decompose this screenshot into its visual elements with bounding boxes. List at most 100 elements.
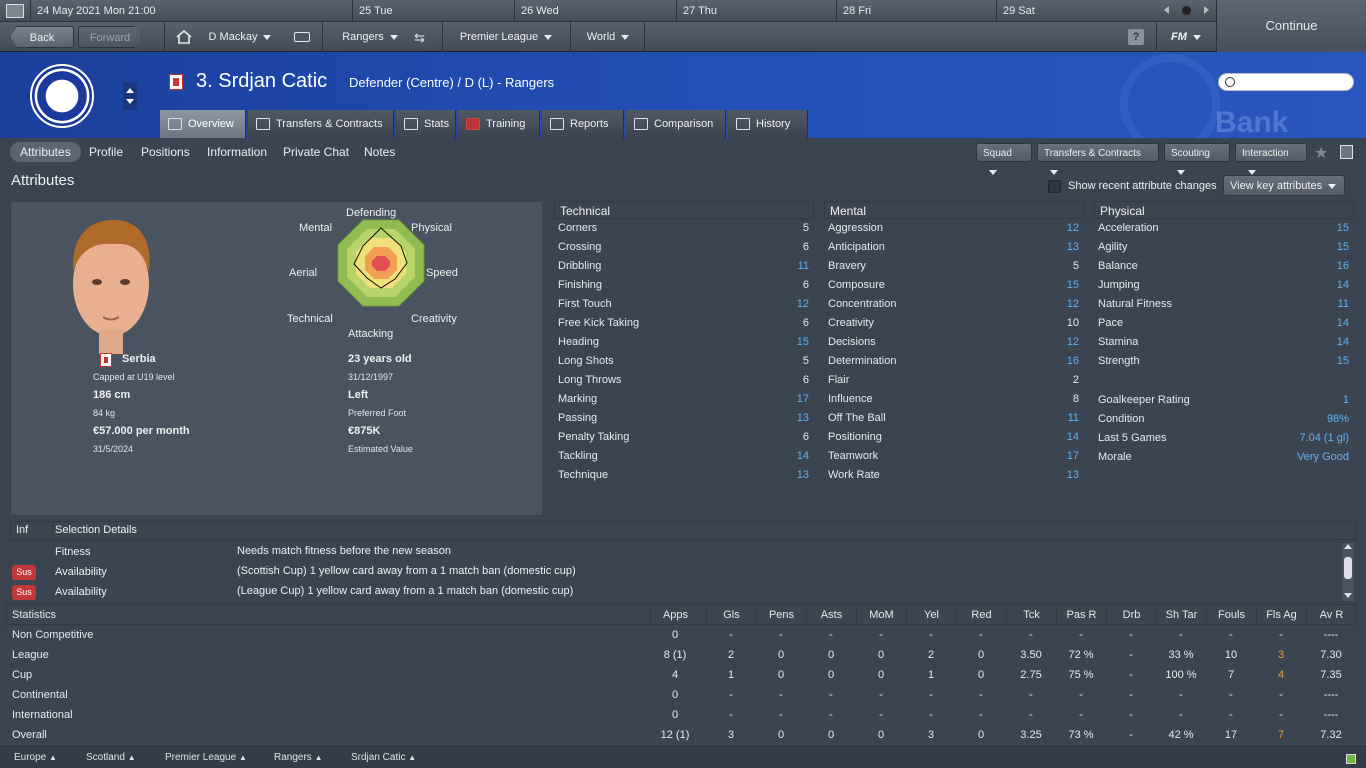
- attribute-row[interactable]: Teamwork 17: [824, 447, 1084, 466]
- forward-button[interactable]: Forward: [78, 26, 142, 48]
- breadcrumb-rangers[interactable]: Rangers ▲: [274, 747, 323, 768]
- attribute-row[interactable]: Crossing 6: [554, 238, 814, 257]
- attribute-row[interactable]: Heading 15: [554, 333, 814, 352]
- add-note-icon[interactable]: [1340, 145, 1353, 159]
- column-header[interactable]: Av R: [1306, 605, 1356, 625]
- view-key-attributes-dropdown[interactable]: View key attributes: [1223, 175, 1345, 196]
- club-crest[interactable]: [30, 64, 94, 128]
- attribute-row[interactable]: Morale Very Good: [1094, 448, 1354, 467]
- star-icon[interactable]: ★: [1314, 143, 1328, 163]
- attribute-row[interactable]: Tackling 14: [554, 447, 814, 466]
- attribute-row[interactable]: Natural Fitness 11: [1094, 295, 1354, 314]
- subtab-private-chat[interactable]: Private Chat: [283, 142, 349, 162]
- date-day-2[interactable]: 26 Wed: [514, 0, 676, 22]
- back-button[interactable]: Back: [10, 26, 74, 48]
- attribute-row[interactable]: Composure 15: [824, 276, 1084, 295]
- attribute-row[interactable]: Condition 98%: [1094, 410, 1354, 429]
- attribute-row[interactable]: Decisions 12: [824, 333, 1084, 352]
- interaction-dropdown[interactable]: Interaction: [1235, 143, 1307, 175]
- column-header[interactable]: Fls Ag: [1256, 605, 1306, 625]
- tab-reports[interactable]: Reports: [542, 110, 624, 138]
- breadcrumb-europe[interactable]: Europe ▲: [14, 747, 57, 768]
- column-header[interactable]: Red: [956, 605, 1006, 625]
- attribute-row[interactable]: Long Throws 6: [554, 371, 814, 390]
- date-day-3[interactable]: 27 Thu: [676, 0, 836, 22]
- column-header[interactable]: Pens: [756, 605, 806, 625]
- transfers-contracts-dropdown[interactable]: Transfers & Contracts: [1037, 143, 1159, 175]
- world-dropdown[interactable]: World: [578, 26, 638, 48]
- attribute-row[interactable]: Concentration 12: [824, 295, 1084, 314]
- subtab-profile[interactable]: Profile: [89, 142, 123, 162]
- column-header[interactable]: Fouls: [1206, 605, 1256, 625]
- home-icon[interactable]: [176, 29, 192, 44]
- attribute-row[interactable]: Positioning 14: [824, 428, 1084, 447]
- tab-comparison[interactable]: Comparison: [626, 110, 726, 138]
- column-header[interactable]: Statistics: [6, 605, 306, 625]
- manager-dropdown[interactable]: D Mackay: [200, 26, 280, 48]
- scroll-up-icon[interactable]: [1344, 544, 1352, 549]
- attribute-row[interactable]: Corners 5: [554, 219, 814, 238]
- inbox-icon[interactable]: [294, 32, 310, 42]
- attribute-row[interactable]: Marking 17: [554, 390, 814, 409]
- subtab-positions[interactable]: Positions: [141, 142, 190, 162]
- attribute-row[interactable]: Acceleration 15: [1094, 219, 1354, 238]
- scrollbar-thumb[interactable]: [1344, 557, 1352, 579]
- show-recent-checkbox[interactable]: [1048, 180, 1061, 193]
- attribute-row[interactable]: Pace 14: [1094, 314, 1354, 333]
- attribute-row[interactable]: Finishing 6: [554, 276, 814, 295]
- attribute-row[interactable]: Free Kick Taking 6: [554, 314, 814, 333]
- nationality[interactable]: Serbia: [122, 353, 156, 365]
- attribute-row[interactable]: Passing 13: [554, 409, 814, 428]
- swap-icon[interactable]: ⇆: [414, 30, 425, 46]
- league-dropdown[interactable]: Premier League: [450, 26, 562, 48]
- attribute-row[interactable]: Anticipation 13: [824, 238, 1084, 257]
- tab-transfers-contracts[interactable]: Transfers & Contracts: [248, 110, 394, 138]
- club-dropdown[interactable]: Rangers: [330, 26, 410, 48]
- attribute-row[interactable]: Strength 15: [1094, 352, 1354, 371]
- date-scroll-right-icon[interactable]: [1204, 6, 1209, 14]
- date-scroll-dot-icon[interactable]: [1182, 6, 1191, 15]
- attribute-row[interactable]: Off The Ball 11: [824, 409, 1084, 428]
- attribute-row[interactable]: Stamina 14: [1094, 333, 1354, 352]
- column-header[interactable]: Pas R: [1056, 605, 1106, 625]
- scroll-down-icon[interactable]: [1344, 593, 1352, 598]
- attribute-row[interactable]: Determination 16: [824, 352, 1084, 371]
- attribute-row[interactable]: Aggression 12: [824, 219, 1084, 238]
- breadcrumb-scotland[interactable]: Scotland ▲: [86, 747, 136, 768]
- date-day-5[interactable]: 29 Sat: [996, 0, 1156, 22]
- attribute-row[interactable]: Balance 16: [1094, 257, 1354, 276]
- tab-training[interactable]: Training: [458, 110, 540, 138]
- date-scroll-left-icon[interactable]: [1164, 6, 1169, 14]
- continue-button[interactable]: Continue: [1216, 0, 1366, 52]
- attribute-row[interactable]: Creativity 10: [824, 314, 1084, 333]
- column-header[interactable]: Apps: [650, 605, 700, 625]
- attribute-row[interactable]: Agility 15: [1094, 238, 1354, 257]
- scrollbar[interactable]: [1342, 543, 1354, 601]
- column-header[interactable]: Sh Tar: [1156, 605, 1206, 625]
- attribute-row[interactable]: Penalty Taking 6: [554, 428, 814, 447]
- help-icon[interactable]: ?: [1128, 29, 1144, 45]
- breadcrumb-player[interactable]: Srdjan Catic ▲: [351, 747, 416, 768]
- calendar-icon[interactable]: [6, 4, 24, 18]
- column-header[interactable]: Yel: [906, 605, 956, 625]
- attribute-row[interactable]: Dribbling 11: [554, 257, 814, 276]
- column-header[interactable]: Gls: [706, 605, 756, 625]
- attribute-row[interactable]: Last 5 Games 7.04 (1 gl): [1094, 429, 1354, 448]
- column-header[interactable]: Asts: [806, 605, 856, 625]
- date-day-1[interactable]: 25 Tue: [352, 0, 514, 22]
- breadcrumb-premier-league[interactable]: Premier League ▲: [165, 747, 247, 768]
- tab-stats[interactable]: Stats: [396, 110, 456, 138]
- attribute-row[interactable]: Bravery 5: [824, 257, 1084, 276]
- column-header[interactable]: MoM: [856, 605, 906, 625]
- fm-menu-button[interactable]: FM: [1164, 26, 1208, 48]
- attribute-row[interactable]: Influence 8: [824, 390, 1084, 409]
- attribute-row[interactable]: First Touch 12: [554, 295, 814, 314]
- attribute-row[interactable]: Long Shots 5: [554, 352, 814, 371]
- attribute-row[interactable]: Flair 2: [824, 371, 1084, 390]
- subtab-notes[interactable]: Notes: [364, 142, 395, 162]
- tab-history[interactable]: History: [728, 110, 808, 138]
- attribute-row[interactable]: Goalkeeper Rating 1: [1094, 391, 1354, 410]
- squad-dropdown[interactable]: Squad: [976, 143, 1032, 175]
- attribute-row[interactable]: Jumping 14: [1094, 276, 1354, 295]
- player-switch-icon[interactable]: [123, 82, 137, 110]
